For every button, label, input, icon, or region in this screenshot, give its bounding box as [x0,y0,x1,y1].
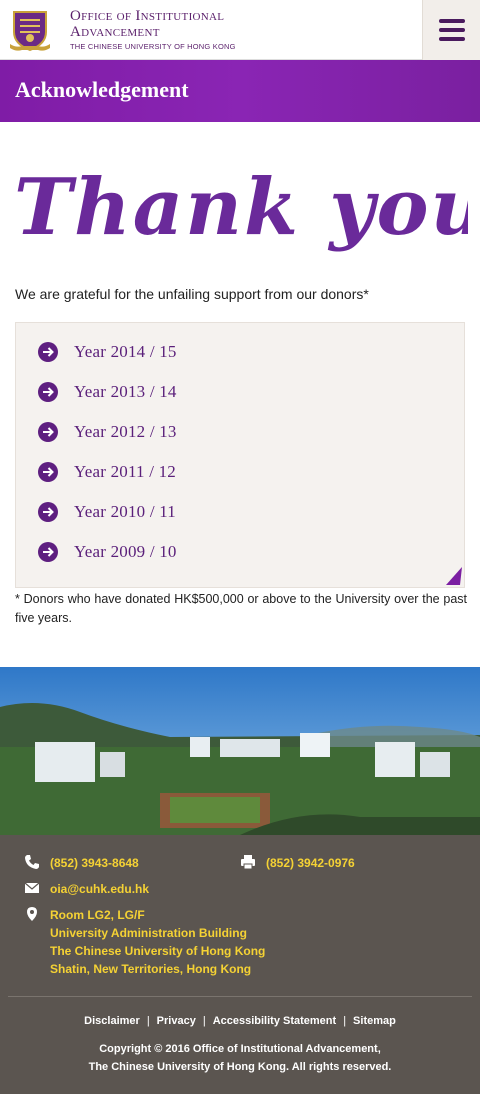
thank-you-artwork: Thank you! [14,162,468,253]
year-label: Year 2014 / 15 [74,342,177,361]
sitemap-link[interactable]: Sitemap [346,1015,403,1027]
address-line: Shatin, New Territories, Hong Kong [50,962,252,976]
intro-text: We are grateful for the unfailing suppor… [15,286,369,302]
footer-fax: (852) 3942-0976 [240,854,355,872]
page-title: Acknowledgement [15,77,189,102]
page-banner: Acknowledgement [0,60,480,122]
year-label: Year 2009 / 10 [74,542,177,561]
footer-divider [8,996,472,997]
site-header: Office of Institutional Advancement THE … [0,0,480,60]
donor-footnote: * Donors who have donated HK$500,000 or … [15,592,467,625]
year-link-2014-15[interactable]: Year 2014 / 15 [38,339,177,365]
site-footer: (852) 3943-8648 (852) 3942-0976 oia@cuhk… [0,835,480,1094]
address-line: University Administration Building [50,926,247,940]
arrow-right-circle-icon [38,542,58,562]
disclaimer-link[interactable]: Disclaimer [77,1015,147,1027]
arrow-right-circle-icon [38,342,58,362]
copyright-line1: Copyright © 2016 Office of Institutional… [99,1043,381,1055]
footer-phone[interactable]: (852) 3943-8648 [24,854,139,872]
accessibility-link[interactable]: Accessibility Statement [206,1015,344,1027]
address-line: The Chinese University of Hong Kong [50,944,266,958]
year-link-2013-14[interactable]: Year 2013 / 14 [38,379,177,405]
footer-links: Disclaimer | Privacy | Accessibility Stateme… [0,1015,480,1027]
map-pin-icon [27,907,37,921]
address-block: Room LG2, LG/F University Administration… [50,906,265,978]
logo-title-line2: Advancement [70,24,160,41]
privacy-link[interactable]: Privacy [150,1015,203,1027]
hamburger-menu-icon [438,14,465,46]
years-list: Year 2014 / 15 Year 2013 / 14 Year 2012 … [15,322,465,588]
year-label: Year 2011 / 12 [74,462,176,481]
year-link-2011-12[interactable]: Year 2011 / 12 [38,459,176,485]
year-link-2009-10[interactable]: Year 2009 / 10 [38,539,177,565]
email-address: oia@cuhk.edu.hk [50,882,150,896]
university-crest-icon [10,11,50,52]
phone-number: (852) 3943-8648 [50,856,139,870]
printer-fax-icon [241,855,255,870]
corner-triangle-icon [446,567,462,585]
phone-icon [25,855,39,869]
copyright-text: Copyright © 2016 Office of Institutional… [0,1040,480,1076]
arrow-right-circle-icon [38,502,58,522]
year-link-2010-11[interactable]: Year 2010 / 11 [38,499,176,525]
arrow-right-circle-icon [38,422,58,442]
year-label: Year 2012 / 13 [74,422,177,441]
logo-title-line1: Office of Institutional [70,8,225,25]
arrow-right-circle-icon [38,382,58,402]
address-line: Room LG2, LG/F [50,908,145,922]
fax-number: (852) 3942-0976 [266,856,355,870]
campus-photo [0,667,480,835]
year-label: Year 2013 / 14 [74,382,177,401]
svg-text:Thank you!: Thank you! [14,162,468,253]
year-label: Year 2010 / 11 [74,502,176,521]
copyright-line2: The Chinese University of Hong Kong. All… [88,1061,392,1073]
year-link-2012-13[interactable]: Year 2012 / 13 [38,419,177,445]
site-logo[interactable]: Office of Institutional Advancement THE … [10,6,236,54]
arrow-right-circle-icon [38,462,58,482]
footer-email[interactable]: oia@cuhk.edu.hk [24,880,149,898]
logo-university-name: THE CHINESE UNIVERSITY OF HONG KONG [70,42,236,52]
footer-address: Room LG2, LG/F University Administration… [24,906,265,978]
envelope-icon [24,882,40,893]
menu-button[interactable] [422,0,480,60]
